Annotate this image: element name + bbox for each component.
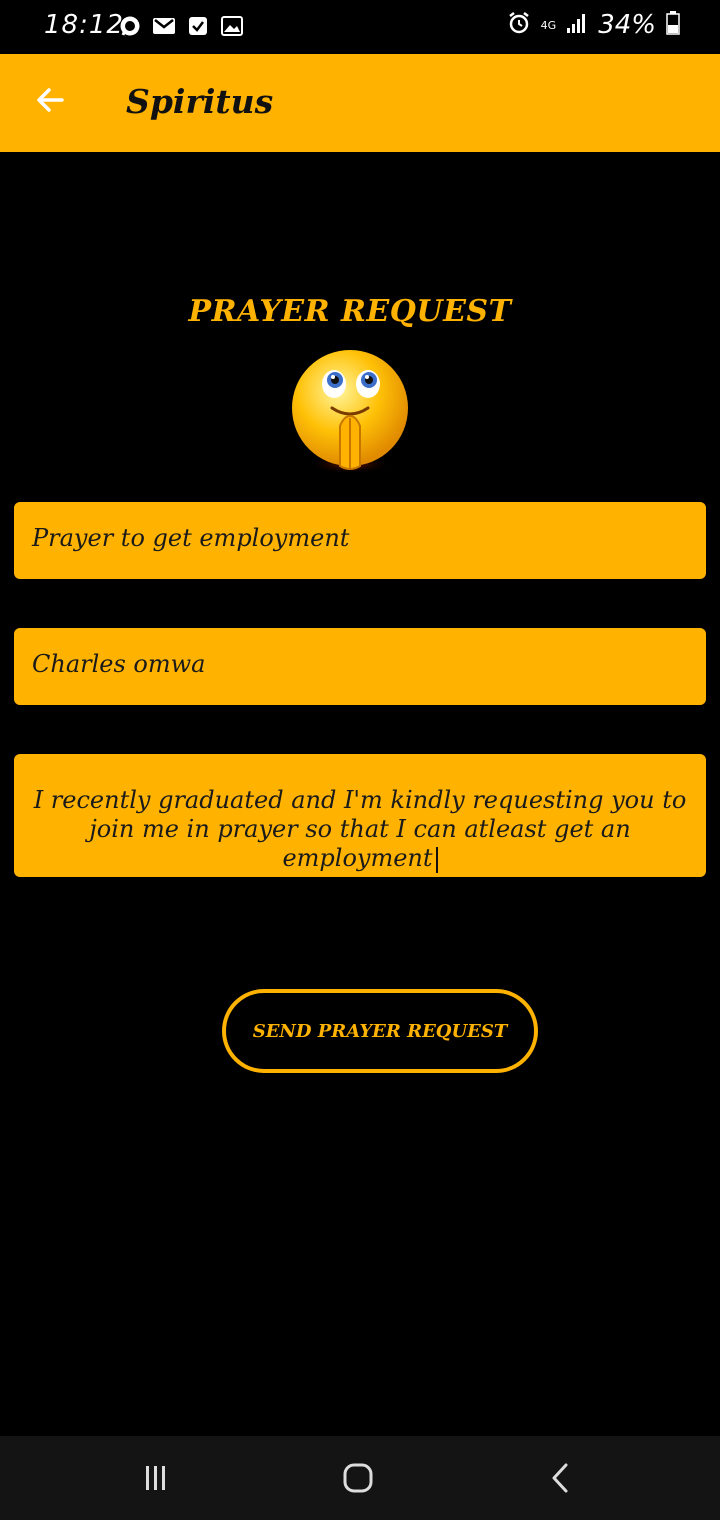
gallery-icon [220,15,244,37]
status-time: 18:12 [44,10,124,40]
back-button[interactable] [26,78,74,126]
checkbox-icon [186,15,210,37]
send-prayer-request-button[interactable]: SEND PRAYER REQUEST [222,989,538,1073]
page-heading: PRAYER REQUEST [188,294,512,329]
gmail-icon [152,15,176,37]
system-nav-bar [0,1436,720,1520]
app-bar: Spiritus [0,54,720,152]
home-icon [342,1462,374,1498]
alarm-icon [507,11,531,39]
message-text: I recently graduated and I'm kindly requ… [33,786,687,872]
system-back-button[interactable] [536,1456,584,1504]
notification-icons [118,15,244,37]
recents-button[interactable] [132,1456,180,1504]
back-chevron-icon [546,1462,574,1498]
arrow-left-icon [34,84,66,120]
battery-icon [666,11,680,39]
message-field[interactable]: I recently graduated and I'm kindly requ… [14,754,706,877]
battery-percent: 34% [598,10,656,40]
recents-icon [142,1464,170,1496]
signal-icon [566,12,588,38]
status-right: 4G 34% [507,10,680,40]
praying-smiley-icon [288,348,412,476]
app-title: Spiritus [126,82,274,121]
subject-field[interactable]: Prayer to get employment [14,502,706,579]
text-cursor [435,846,438,873]
name-field[interactable]: Charles omwa [14,628,706,705]
home-button[interactable] [334,1456,382,1504]
network-type: 4G [540,18,557,32]
whatsapp-icon [118,15,142,37]
status-bar: 18:12 4G 34% [0,0,720,54]
